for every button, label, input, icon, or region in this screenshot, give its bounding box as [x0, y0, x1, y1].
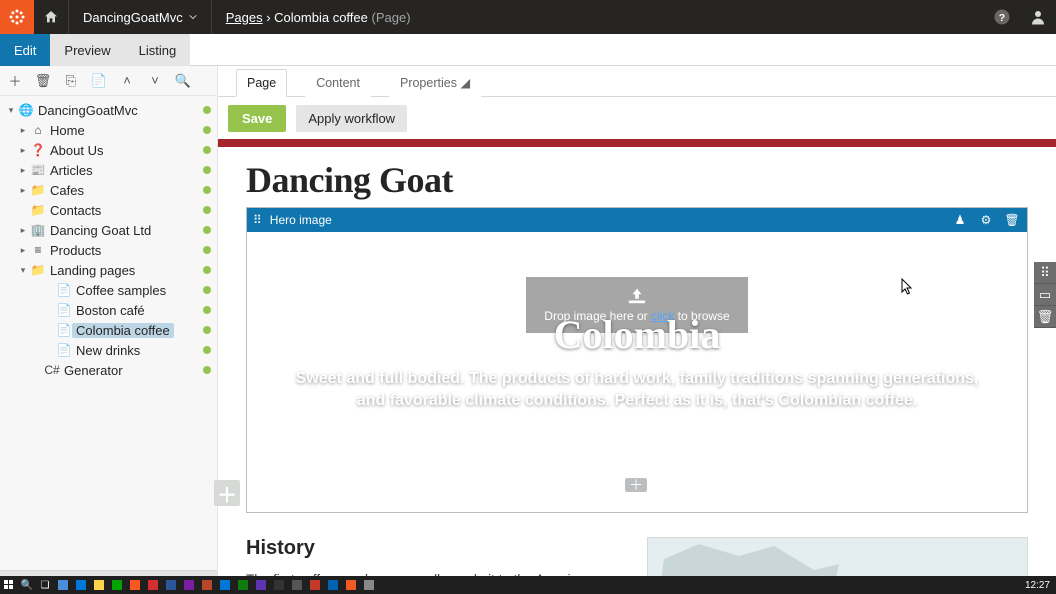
hero-subtitle: Sweet and full bodied. The products of h…: [287, 368, 987, 411]
new-page-icon[interactable]: ＋: [6, 71, 24, 90]
content-tree-sidebar: ＋ 🗑 ⎘ 📄 ˄ ˅ 🔍 ▾🌐DancingGoatMvc ▸⌂Home ▸❓…: [0, 66, 218, 594]
delete-icon[interactable]: 🗑: [34, 73, 52, 89]
widget-name: Hero image: [270, 213, 332, 227]
taskbar-app[interactable]: [360, 576, 378, 594]
page-canvas[interactable]: Dancing Goat ⠿ Hero image ♟ ⚙ 🗑 Drop ima…: [218, 147, 1056, 594]
paste-icon[interactable]: 📄: [90, 73, 108, 89]
tree-new-drinks[interactable]: 📄New drinks: [2, 340, 215, 360]
taskbar-app[interactable]: [216, 576, 234, 594]
hero-body[interactable]: Drop image here or click to browse Colom…: [247, 232, 1027, 512]
chevron-down-icon: ◢: [460, 76, 470, 90]
site-name: DancingGoatMvc: [83, 10, 183, 25]
tab-page[interactable]: Page: [236, 69, 287, 97]
task-view-icon[interactable]: ❏: [36, 576, 54, 594]
add-widget-top-button[interactable]: ＋: [625, 478, 647, 492]
breadcrumb-root[interactable]: Pages: [226, 10, 263, 25]
personalize-icon[interactable]: ♟: [951, 213, 969, 227]
move-up-icon[interactable]: ˄: [118, 73, 136, 88]
tree-generator[interactable]: C#Generator: [2, 360, 215, 380]
tree-products[interactable]: ▸≡Products: [2, 240, 215, 260]
copy-icon[interactable]: ⎘: [62, 73, 80, 89]
breadcrumb: Pages › Colombia coffee (Page): [212, 10, 411, 25]
taskbar-app[interactable]: [108, 576, 126, 594]
taskbar-app[interactable]: [72, 576, 90, 594]
taskbar-app[interactable]: [234, 576, 252, 594]
tree-home[interactable]: ▸⌂Home: [2, 120, 215, 140]
site-selector[interactable]: DancingGoatMvc: [68, 0, 212, 34]
taskbar-app[interactable]: [252, 576, 270, 594]
move-down-icon[interactable]: ˅: [146, 73, 164, 88]
tree-landing-pages[interactable]: ▾📁Landing pages: [2, 260, 215, 280]
tree-coffee-samples[interactable]: 📄Coffee samples: [2, 280, 215, 300]
taskbar-search-icon[interactable]: 🔍: [18, 576, 36, 594]
tree-articles[interactable]: ▸📰Articles: [2, 160, 215, 180]
section-trash-icon[interactable]: 🗑: [1034, 306, 1056, 328]
tree-colombia-coffee[interactable]: 📄Colombia coffee: [2, 320, 215, 340]
taskbar-app[interactable]: [288, 576, 306, 594]
workflow-status-bar: [218, 139, 1056, 147]
taskbar-clock[interactable]: 12:27: [1019, 580, 1056, 591]
section-drag-icon[interactable]: ⠿: [1034, 262, 1056, 284]
site-title: Dancing Goat: [246, 159, 1028, 201]
gear-icon[interactable]: ⚙: [977, 213, 995, 227]
svg-text:?: ?: [999, 12, 1005, 24]
action-bar: Save Apply workflow: [218, 97, 1056, 139]
tree-cafes[interactable]: ▸📁Cafes: [2, 180, 215, 200]
breadcrumb-page: Colombia coffee: [274, 10, 368, 25]
mode-preview[interactable]: Preview: [50, 34, 124, 66]
home-icon[interactable]: [34, 0, 68, 34]
hero-cta-button[interactable]: TASTE FOR FREE: [550, 428, 724, 467]
taskbar-app[interactable]: [180, 576, 198, 594]
breadcrumb-type: (Page): [372, 10, 411, 25]
trash-icon[interactable]: 🗑: [1003, 213, 1021, 227]
mode-bar: Edit Preview Listing: [0, 34, 1056, 66]
user-icon[interactable]: [1020, 0, 1056, 34]
taskbar-app[interactable]: [162, 576, 180, 594]
mode-listing[interactable]: Listing: [125, 34, 191, 66]
mode-edit[interactable]: Edit: [0, 34, 50, 66]
search-icon[interactable]: 🔍: [174, 73, 192, 89]
taskbar-app[interactable]: [306, 576, 324, 594]
content-tree[interactable]: ▾🌐DancingGoatMvc ▸⌂Home ▸❓About Us ▸📰Art…: [0, 96, 217, 570]
taskbar-app[interactable]: [198, 576, 216, 594]
taskbar-app[interactable]: [324, 576, 342, 594]
kentico-logo[interactable]: [0, 0, 34, 34]
hero-title: Colombia: [554, 311, 721, 358]
tree-root[interactable]: ▾🌐DancingGoatMvc: [2, 100, 215, 120]
drag-handle-icon[interactable]: ⠿: [253, 213, 262, 227]
app-topbar: DancingGoatMvc Pages › Colombia coffee (…: [0, 0, 1056, 34]
section-toolbar: ⠿ ▭ 🗑: [1034, 262, 1056, 328]
taskbar-app[interactable]: [144, 576, 162, 594]
help-icon[interactable]: ?: [984, 0, 1020, 34]
add-section-button[interactable]: ＋: [214, 480, 240, 506]
taskbar-app[interactable]: [54, 576, 72, 594]
apply-workflow-button[interactable]: Apply workflow: [296, 105, 407, 132]
tab-content[interactable]: Content: [305, 69, 371, 97]
tree-toolbar: ＋ 🗑 ⎘ 📄 ˄ ˅ 🔍: [0, 66, 217, 96]
content-tabs: Page Content Properties ◢: [218, 66, 1056, 97]
start-button[interactable]: [0, 576, 18, 594]
windows-taskbar[interactable]: 🔍 ❏ 12:27: [0, 576, 1056, 594]
save-button[interactable]: Save: [228, 105, 286, 132]
content-area: Page Content Properties ◢ Save Apply wor…: [218, 66, 1056, 594]
taskbar-app[interactable]: [342, 576, 360, 594]
taskbar-app[interactable]: [270, 576, 288, 594]
history-heading: History: [246, 537, 627, 560]
widget-header[interactable]: ⠿ Hero image ♟ ⚙ 🗑: [247, 208, 1027, 232]
tree-boston-cafe[interactable]: 📄Boston café: [2, 300, 215, 320]
tree-contacts[interactable]: 📁Contacts: [2, 200, 215, 220]
tree-about-us[interactable]: ▸❓About Us: [2, 140, 215, 160]
hero-image-widget[interactable]: ⠿ Hero image ♟ ⚙ 🗑 Drop image here or cl…: [246, 207, 1028, 513]
taskbar-app[interactable]: [126, 576, 144, 594]
tab-properties[interactable]: Properties ◢: [389, 68, 481, 97]
section-layout-icon[interactable]: ▭: [1034, 284, 1056, 306]
taskbar-app[interactable]: [90, 576, 108, 594]
tree-dancing-goat-ltd[interactable]: ▸🏢Dancing Goat Ltd: [2, 220, 215, 240]
